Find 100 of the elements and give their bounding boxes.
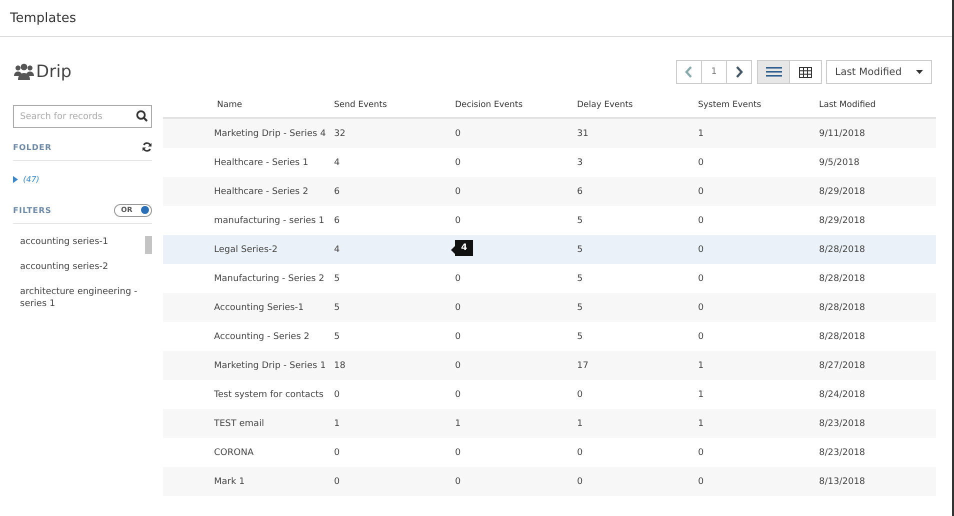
- table-row[interactable]: Marketing Drip - Series 1 18 0 17 1 8/27/2018: [163, 351, 936, 380]
- list-icon: [766, 67, 782, 77]
- sort-dropdown[interactable]: Last Modified: [826, 60, 932, 84]
- table-cell-text: 9/11/2018: [819, 128, 866, 138]
- table-cell-text: 0: [698, 158, 705, 168]
- table-cell-text: 6: [334, 186, 341, 196]
- table-cell-text: Accounting Series-1: [213, 302, 305, 312]
- table-row[interactable]: Legal Series-2 4 4 5 0 8/28/2018: [163, 235, 936, 264]
- scrollbar-thumb[interactable]: [145, 236, 152, 254]
- table-cell-text: 0: [698, 332, 705, 342]
- table-cell-text: TEST email: [213, 418, 266, 428]
- column-header[interactable]: Decision Events: [455, 100, 577, 110]
- table-cell-text: 31: [577, 128, 590, 138]
- table-cell-text: 6: [577, 186, 584, 196]
- column-header[interactable]: Last Modified: [819, 100, 936, 110]
- table-cell-text: 3: [577, 158, 584, 168]
- table-cell-text: 0: [334, 476, 341, 486]
- table-row[interactable]: Healthcare - Series 2 6 0 6 0 8/29/2018: [163, 177, 936, 206]
- page-header: Templates: [0, 0, 952, 37]
- table-row[interactable]: Mark 1 0 0 0 0 8/13/2018: [163, 467, 936, 496]
- table-cell-text: 0: [334, 390, 341, 400]
- table-cell-text: 18: [334, 360, 346, 370]
- folder-label: FOLDER: [13, 142, 52, 152]
- table-cell-text: 8/29/2018: [819, 186, 866, 196]
- table-cell-text: 0: [698, 244, 705, 254]
- table-cell-text: 8/28/2018: [819, 302, 866, 312]
- table-cell-text: 5: [577, 216, 584, 226]
- next-page-button[interactable]: [726, 60, 752, 84]
- table-row[interactable]: TEST email 1 1 1 1 8/23/2018: [163, 409, 936, 438]
- column-header[interactable]: Send Events: [334, 100, 455, 110]
- table-cell-text: 0: [455, 216, 462, 226]
- table-cell-text: 0: [698, 476, 705, 486]
- table-row[interactable]: Marketing Drip - Series 4 32 0 31 1 9/11/2018: [163, 119, 936, 148]
- table-cell-text: 9/5/2018: [819, 158, 860, 168]
- column-header[interactable]: Name: [163, 100, 334, 110]
- table-cell-text: 1: [698, 390, 705, 400]
- table-cell-text: 5: [577, 244, 584, 254]
- table-cell-text: 8/28/2018: [819, 332, 866, 342]
- chevron-left-icon: [685, 66, 693, 78]
- page-title: Drip: [36, 62, 72, 82]
- table-cell-text: 0: [334, 448, 341, 458]
- column-header[interactable]: Delay Events: [577, 100, 698, 110]
- table-cell-text: 0: [455, 302, 462, 312]
- table-cell-text: Manufacturing - Series 2: [213, 274, 326, 284]
- filters-label: FILTERS: [13, 206, 52, 214]
- table-cell-text: Marketing Drip - Series 4: [213, 128, 327, 138]
- table-cell-text: 0: [455, 448, 462, 458]
- table-cell-text: 8/13/2018: [819, 476, 866, 486]
- table-cell-text: 1: [698, 128, 705, 138]
- table-cell-text: 0: [698, 186, 705, 196]
- table-cell-text: Legal Series-2: [213, 244, 279, 254]
- table-cell-text: 0: [698, 302, 705, 312]
- table-cell-text: Accounting - Series 2: [213, 332, 310, 342]
- table-cell-text: 0: [577, 448, 584, 458]
- table-cell-text: 8/27/2018: [819, 360, 866, 370]
- table-cell-text: 0: [455, 360, 462, 370]
- table-cell-text: 0: [698, 216, 705, 226]
- table-cell-text: 5: [334, 302, 341, 312]
- table-cell-text: 8/23/2018: [819, 448, 866, 458]
- table-cell-text: 0: [577, 476, 584, 486]
- table-cell-text: Healthcare - Series 1: [213, 158, 310, 168]
- table-cell-text: 0: [455, 332, 462, 342]
- table-cell-text: 8/29/2018: [819, 216, 866, 226]
- search-field[interactable]: Search for records: [13, 105, 152, 128]
- table-cell-text: 8/28/2018: [819, 244, 866, 254]
- table-cell-text: 0: [698, 448, 705, 458]
- page-number[interactable]: 1: [701, 60, 727, 84]
- table-cell-text: 1: [455, 418, 462, 428]
- refresh-icon[interactable]: [142, 142, 152, 152]
- users-icon: [14, 63, 34, 81]
- table-cell-text: Healthcare - Series 2: [213, 186, 310, 196]
- grid-view-button[interactable]: [789, 60, 822, 84]
- table-cell-text: Test system for contacts: [213, 390, 325, 400]
- table-cell-text: 0: [455, 128, 462, 138]
- column-header[interactable]: System Events: [698, 100, 819, 110]
- table-cell-text: 1: [577, 418, 584, 428]
- table-cell-text: 8/24/2018: [819, 390, 866, 400]
- filter-item[interactable]: accounting series-2: [20, 261, 145, 273]
- table-cell-text: 4: [334, 244, 341, 254]
- table-cell-text: 32: [334, 128, 346, 138]
- table-row[interactable]: Accounting Series-1 5 0 5 0 8/28/2018: [163, 293, 936, 322]
- table-cell-text: 1: [698, 418, 705, 428]
- folder-item[interactable]: (47): [13, 161, 152, 197]
- table-cell-text: manufacturing - series 1: [213, 216, 326, 226]
- table-cell-text: 5: [577, 332, 584, 342]
- table-cell-text: 0: [577, 390, 584, 400]
- table-cell-text: 17: [577, 360, 590, 370]
- table-cell-text: 8/23/2018: [819, 418, 866, 428]
- table-cell-text: 0: [455, 158, 462, 168]
- list-view-button[interactable]: [757, 60, 790, 84]
- table-cell-text: Mark 1: [213, 476, 246, 486]
- search-icon[interactable]: [136, 110, 148, 122]
- grid-icon: [799, 66, 812, 78]
- filter-item[interactable]: architecture engineering - series 1: [20, 286, 145, 310]
- table-cell-text: 6: [334, 216, 341, 226]
- table-cell-text: 5: [334, 332, 341, 342]
- caret-icon: [916, 70, 923, 74]
- table-cell-text: Marketing Drip - Series 1: [213, 360, 327, 370]
- filter-item[interactable]: accounting series-1: [20, 236, 145, 248]
- table-cell-text: 8/28/2018: [819, 274, 866, 284]
